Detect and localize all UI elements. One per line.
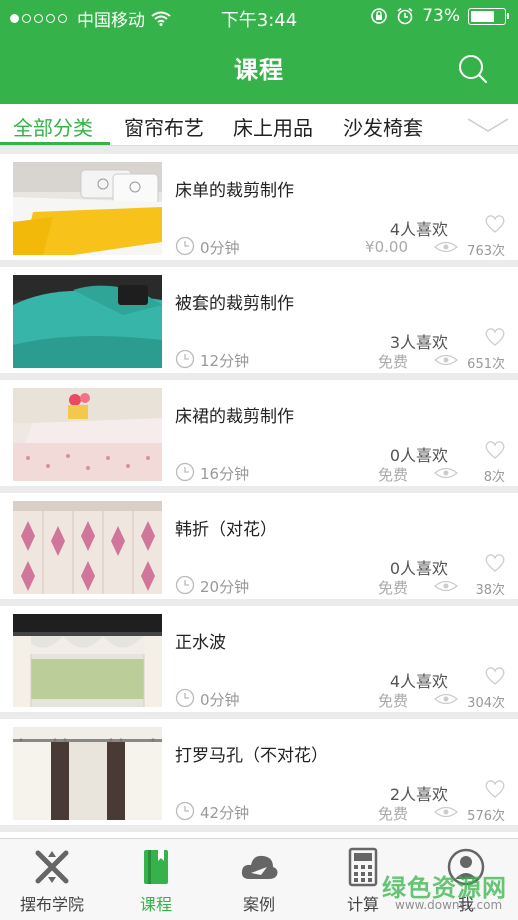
course-thumbnail <box>13 162 162 255</box>
nav-academy[interactable]: 摆布学院 <box>0 839 104 920</box>
heart-icon[interactable] <box>484 327 506 347</box>
course-thumbnail <box>13 388 162 481</box>
tab-all[interactable]: 全部分类 <box>13 112 93 141</box>
eye-icon <box>434 806 458 818</box>
course-duration: 42分钟 <box>200 804 250 822</box>
tab-curtains[interactable]: 窗帘布艺 <box>124 112 204 141</box>
course-price: 免费 <box>377 579 408 597</box>
course-price: 免费 <box>377 692 408 710</box>
likes-count: 3人喜欢 <box>389 333 448 352</box>
cross-tools-icon <box>35 850 69 884</box>
search-icon[interactable] <box>456 52 490 86</box>
clock-icon <box>175 349 195 369</box>
status-bar: 中国移动 下午3:44 73% <box>0 0 518 34</box>
course-title: 床单的裁剪制作 <box>175 181 294 201</box>
course-card[interactable]: 床裙的裁剪制作 0人喜欢 16分钟 免费 8次 <box>0 380 518 486</box>
page-title: 课程 <box>234 56 284 84</box>
tab-sofa-covers[interactable]: 沙发椅套 <box>343 112 423 141</box>
likes-count: 0人喜欢 <box>389 446 448 465</box>
course-duration: 0分钟 <box>200 691 240 709</box>
course-title: 正水波 <box>175 633 226 653</box>
nav-label: 案例 <box>242 895 275 914</box>
course-duration: 20分钟 <box>200 578 250 596</box>
cloud-icon <box>241 855 278 879</box>
view-count: 8次 <box>483 470 505 485</box>
course-card[interactable]: 被套的裁剪制作 3人喜欢 12分钟 免费 651次 <box>0 267 518 373</box>
heart-icon[interactable] <box>484 779 506 799</box>
likes-count: 4人喜欢 <box>389 220 448 239</box>
nav-label: 课程 <box>139 895 172 914</box>
clock-icon <box>175 462 195 482</box>
likes-count: 2人喜欢 <box>389 785 448 804</box>
heart-icon[interactable] <box>484 440 506 460</box>
course-price: 免费 <box>377 805 408 823</box>
course-duration: 12分钟 <box>200 352 250 370</box>
expand-categories-button[interactable] <box>454 104 518 145</box>
course-duration: 16分钟 <box>200 465 250 483</box>
chevron-down-icon <box>467 118 509 132</box>
battery-percent: 73% <box>422 6 460 26</box>
course-thumbnail <box>13 727 162 820</box>
nav-cases[interactable]: 案例 <box>207 839 311 920</box>
heart-icon[interactable] <box>484 666 506 686</box>
alarm-icon <box>397 7 413 25</box>
course-title: 韩折（对花） <box>175 520 277 540</box>
eye-icon <box>434 354 458 366</box>
heart-icon[interactable] <box>484 553 506 573</box>
clock-icon <box>175 801 195 821</box>
view-count: 304次 <box>467 696 505 711</box>
active-tab-indicator <box>0 142 110 145</box>
course-title: 被套的裁剪制作 <box>175 294 294 314</box>
view-count: 38次 <box>475 583 505 598</box>
course-price: ¥0.00 <box>365 238 408 256</box>
course-duration: 0分钟 <box>200 239 240 257</box>
tab-bedding[interactable]: 床上用品 <box>233 112 313 141</box>
course-card[interactable]: 韩折（对花） 0人喜欢 20分钟 免费 38次 <box>0 493 518 599</box>
eye-icon <box>434 241 458 253</box>
course-price: 免费 <box>377 353 408 371</box>
course-thumbnail <box>13 275 162 368</box>
view-count: 763次 <box>467 244 505 259</box>
clock-icon <box>175 575 195 595</box>
clock-icon <box>175 688 195 708</box>
eye-icon <box>434 467 458 479</box>
watermark-url: www.downcc.com <box>395 898 503 912</box>
course-card[interactable]: 打罗马孔（不对花） 2人喜欢 42分钟 免费 576次 <box>0 719 518 825</box>
clock-icon <box>175 236 195 256</box>
course-card[interactable]: 床单的裁剪制作 4人喜欢 0分钟 ¥0.00 763次 <box>0 154 518 260</box>
course-thumbnail <box>13 614 162 707</box>
nav-courses[interactable]: 课程 <box>104 839 208 920</box>
app-header: 中国移动 下午3:44 73% 课程 <box>0 0 518 104</box>
course-card[interactable]: 正水波 4人喜欢 0分钟 免费 304次 <box>0 606 518 712</box>
nav-label: 摆布学院 <box>19 895 84 914</box>
likes-count: 0人喜欢 <box>389 559 448 578</box>
course-title: 打罗马孔（不对花） <box>175 746 328 766</box>
eye-icon <box>434 580 458 592</box>
heart-icon[interactable] <box>484 214 506 234</box>
view-count: 576次 <box>467 809 505 824</box>
battery-icon <box>468 7 509 25</box>
course-thumbnail <box>13 501 162 594</box>
course-title: 床裙的裁剪制作 <box>175 407 294 427</box>
category-tabs: 全部分类 窗帘布艺 床上用品 沙发椅套 ​ <box>0 104 518 146</box>
likes-count: 4人喜欢 <box>389 672 448 691</box>
book-icon <box>144 850 168 884</box>
course-price: 免费 <box>377 466 408 484</box>
rotation-lock-icon <box>371 8 388 24</box>
eye-icon <box>434 693 458 705</box>
calculator-icon <box>348 847 378 887</box>
view-count: 651次 <box>467 357 505 372</box>
